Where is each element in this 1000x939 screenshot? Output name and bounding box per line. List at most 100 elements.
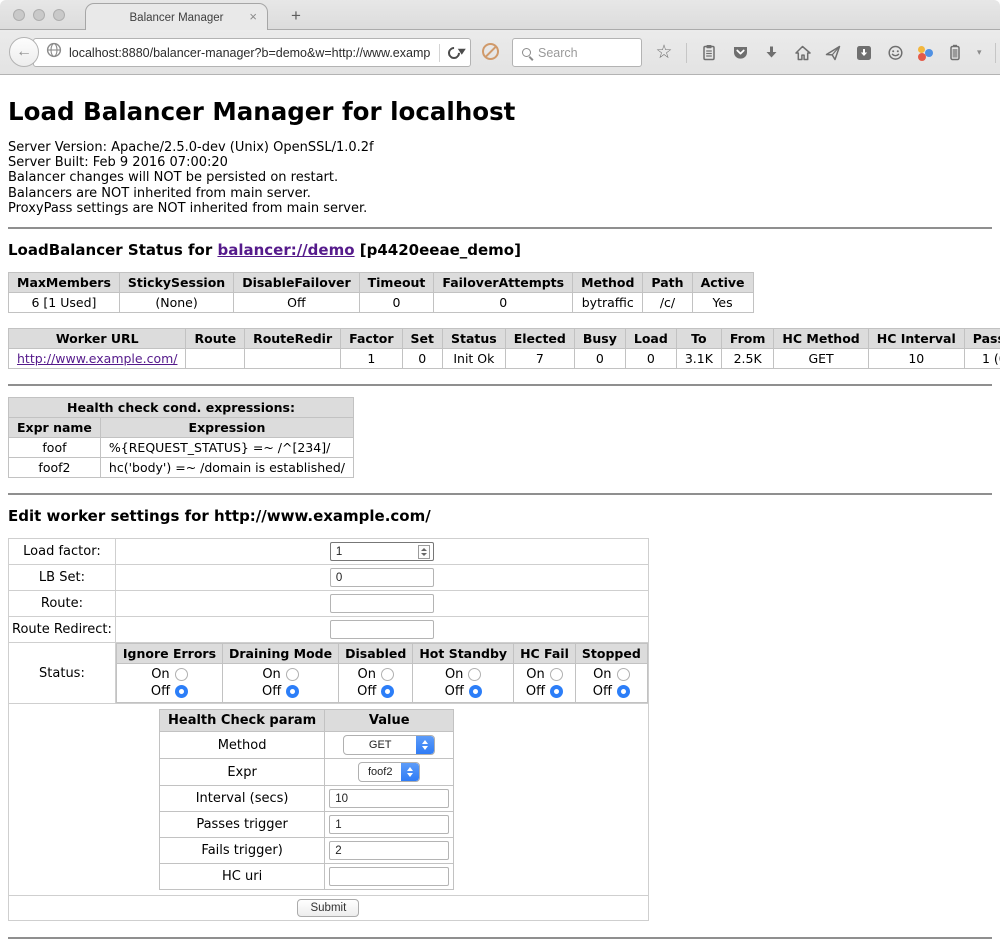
passes-trigger-input[interactable] (329, 815, 449, 834)
table-cell: 3.1K (676, 349, 721, 369)
radio-off[interactable] (550, 685, 563, 698)
field-value-cell (115, 617, 648, 643)
table-header-cell: Passes (964, 329, 1000, 349)
balancer-demo-link[interactable]: balancer://demo (217, 241, 354, 259)
pocket-icon[interactable] (731, 44, 749, 62)
radio-off[interactable] (381, 685, 394, 698)
radio-off[interactable] (469, 685, 482, 698)
number-stepper-icon[interactable] (418, 545, 430, 559)
divider (8, 384, 992, 386)
tab-title: Balancer Manager (130, 12, 224, 24)
radio-on[interactable] (381, 668, 394, 681)
hc-uri-input[interactable] (329, 867, 449, 886)
tab-balancer-manager[interactable]: Balancer Manager × (85, 3, 268, 31)
form-row-load-factor: Load factor: (9, 539, 649, 565)
param-row-passes: Passes trigger (160, 812, 454, 838)
radio-label: On (526, 666, 544, 683)
status-table: Ignore Errors Draining Mode Disabled Hot… (116, 643, 648, 703)
status-ignore-errors-cell: On Off (116, 664, 222, 703)
table-cell: bytraffic (573, 293, 643, 313)
table-header-cell: Value (325, 710, 454, 732)
method-select[interactable]: GET (343, 735, 435, 755)
worker-url-link[interactable]: http://www.example.com/ (17, 351, 177, 366)
send-icon[interactable] (824, 44, 842, 62)
radio-label: Off (357, 683, 376, 700)
titlebar: Balancer Manager × + (0, 0, 1000, 30)
param-value-cell (325, 838, 454, 864)
table-cell: Off (234, 293, 359, 313)
table-header-cell: Path (643, 273, 692, 293)
table-header-cell: Expression (100, 418, 353, 438)
route-input[interactable] (330, 594, 434, 613)
radio-on[interactable] (175, 668, 188, 681)
dropdown-caret-icon[interactable]: ▾ (977, 47, 982, 58)
adblock-disabled-icon[interactable] (482, 43, 499, 60)
downloads-icon[interactable] (762, 44, 780, 62)
form-row-route-redirect: Route Redirect: (9, 617, 649, 643)
proxypass-notice-line: ProxyPass settings are NOT inherited fro… (8, 201, 992, 216)
clipboard-icon[interactable] (700, 44, 718, 62)
window-close-button[interactable] (13, 9, 25, 21)
tab-close-icon[interactable]: × (249, 9, 257, 24)
table-header-cell: To (676, 329, 721, 349)
reload-icon[interactable] (446, 44, 463, 61)
radio-label: On (445, 666, 463, 683)
table-header-row: Health Check param Value (160, 710, 454, 732)
radio-off[interactable] (617, 685, 630, 698)
load-factor-stepper[interactable] (330, 542, 434, 561)
table-header-cell: Timeout (359, 273, 434, 293)
param-label: Fails trigger) (160, 838, 325, 864)
back-icon[interactable]: ← (9, 37, 39, 67)
table-row: foof %{REQUEST_STATUS} =~ /^[234]/ (9, 438, 354, 458)
page-content: Load Balancer Manager for localhost Serv… (0, 75, 1000, 939)
table-cell: 10 (868, 349, 964, 369)
table-header-cell: HC Method (774, 329, 868, 349)
url-bar[interactable]: localhost:8880/balancer-manager?b=demo&w… (33, 38, 471, 67)
table-header-cell: StickySession (119, 273, 233, 293)
form-row-status: Status: Ignore Errors Draining Mode Disa… (9, 643, 649, 704)
radio-on[interactable] (550, 668, 563, 681)
radio-label: On (593, 666, 611, 683)
save-panel-icon[interactable] (855, 44, 873, 62)
worker-table: Worker URL Route RouteRedir Factor Set S… (8, 328, 1000, 369)
bookmark-star-icon[interactable]: ☆ (655, 44, 673, 62)
table-header-cell: Expr name (9, 418, 101, 438)
health-params-cell: Health Check param Value Method GET (9, 704, 649, 896)
new-tab-button[interactable]: + (283, 4, 309, 28)
radio-off[interactable] (286, 685, 299, 698)
window-minimize-button[interactable] (33, 9, 45, 21)
select-chevrons-icon (401, 763, 419, 781)
route-redirect-input[interactable] (330, 620, 434, 639)
table-cell (245, 349, 341, 369)
radio-on[interactable] (286, 668, 299, 681)
server-version-line: Server Version: Apache/2.5.0-dev (Unix) … (8, 140, 992, 155)
submit-button[interactable]: Submit (297, 899, 359, 917)
chat-smiley-icon[interactable] (886, 44, 904, 62)
table-cell: 0 (402, 349, 442, 369)
search-input[interactable]: Search (538, 46, 578, 60)
table-cell (186, 349, 245, 369)
window-zoom-button[interactable] (53, 9, 65, 21)
table-title-row: Health check cond. expressions: (9, 398, 354, 418)
home-icon[interactable] (793, 44, 811, 62)
device-icon[interactable] (946, 44, 964, 62)
interval-input[interactable] (329, 789, 449, 808)
url-input[interactable]: localhost:8880/balancer-manager?b=demo&w… (69, 46, 431, 60)
radio-off[interactable] (175, 685, 188, 698)
table-header-cell: Load (625, 329, 676, 349)
radio-label: Off (526, 683, 545, 700)
radio-on[interactable] (468, 668, 481, 681)
fails-trigger-input[interactable] (329, 841, 449, 860)
colored-dots-icon[interactable] (917, 45, 933, 61)
param-value-cell: GET (325, 732, 454, 759)
radio-on[interactable] (617, 668, 630, 681)
param-row-method: Method GET (160, 732, 454, 759)
lb-set-input[interactable] (330, 568, 434, 587)
table-header-cell: Factor (341, 329, 402, 349)
expr-name-cell: foof2 (9, 458, 101, 478)
table-cell: 0 (434, 293, 573, 313)
expr-select[interactable]: foof2 (358, 762, 420, 782)
search-bar[interactable]: Search (512, 38, 642, 67)
balancer-summary-table: MaxMembers StickySession DisableFailover… (8, 272, 754, 313)
table-header-row: Worker URL Route RouteRedir Factor Set S… (9, 329, 1000, 349)
